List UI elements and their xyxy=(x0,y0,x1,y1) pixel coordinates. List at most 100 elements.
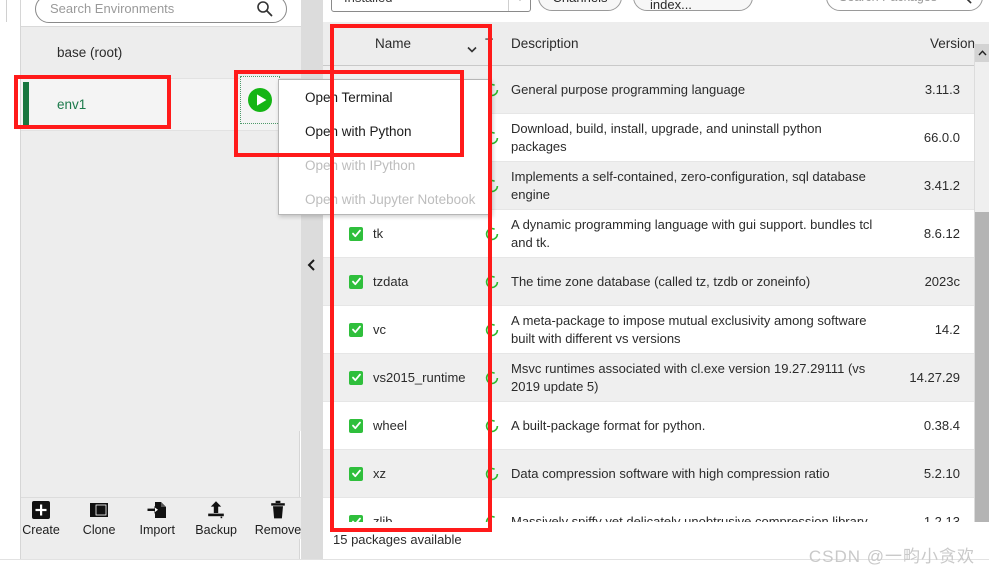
package-checkbox[interactable] xyxy=(349,370,363,385)
backup-environment-button[interactable]: Backup xyxy=(195,500,237,537)
channels-label: Channels xyxy=(553,0,608,5)
package-name-cell[interactable]: zlib xyxy=(323,514,485,522)
package-type-icon xyxy=(485,227,511,241)
package-description: Massively spiffy yet delicately unobtrus… xyxy=(511,513,868,522)
package-name: tzdata xyxy=(373,274,409,289)
chevron-down-icon[interactable] xyxy=(508,0,530,11)
menu-item-open-terminal[interactable]: Open Terminal xyxy=(279,80,491,114)
packages-toolbar: Installed Channels Update index... Searc… xyxy=(323,0,989,22)
table-row[interactable]: vc A meta-package to impose mutual exclu… xyxy=(323,306,974,354)
environment-name: env1 xyxy=(57,97,87,112)
backup-label: Backup xyxy=(195,523,237,537)
package-name: tk xyxy=(373,226,384,241)
clone-environment-button[interactable]: Clone xyxy=(79,500,119,537)
search-icon xyxy=(956,0,972,7)
column-header-name[interactable]: Name xyxy=(323,36,485,53)
chevron-down-icon[interactable] xyxy=(467,41,477,56)
search-environments-placeholder: Search Environments xyxy=(50,1,175,16)
table-row[interactable]: xz Data compression software with high c… xyxy=(323,450,974,498)
package-name: zlib xyxy=(373,514,393,522)
environment-context-menu[interactable]: Open Terminal Open with Python Open with… xyxy=(278,79,492,215)
watermark: CSDN @一畇小贪欢 xyxy=(808,547,975,566)
chevron-left-icon[interactable] xyxy=(306,258,318,272)
package-version: 14.2 xyxy=(934,322,960,337)
play-button-icon[interactable] xyxy=(240,76,280,124)
search-packages-input[interactable]: Search Packages xyxy=(826,0,983,11)
menu-item-label: Open with Jupyter Notebook xyxy=(305,191,476,207)
column-header-type[interactable]: T xyxy=(485,36,511,51)
search-icon xyxy=(256,0,273,20)
package-version: 3.41.2 xyxy=(923,178,960,193)
trash-icon xyxy=(268,500,288,520)
packages-vertical-scrollbar[interactable] xyxy=(974,44,989,544)
package-name: xz xyxy=(373,466,386,481)
menu-item-label: Open Terminal xyxy=(305,89,393,105)
anaconda-navigator-window: Search Environments base (root) env1 Cre… xyxy=(0,0,989,579)
table-row[interactable]: tk A dynamic programming language with g… xyxy=(323,210,974,258)
environment-row-base[interactable]: base (root) xyxy=(21,27,301,79)
update-index-button[interactable]: Update index... xyxy=(633,0,753,12)
package-version: 8.6.12 xyxy=(923,226,960,241)
plus-square-icon xyxy=(31,500,51,520)
package-name-cell[interactable]: vs2015_runtime xyxy=(323,370,485,385)
remove-environment-button[interactable]: Remove xyxy=(255,500,301,537)
table-row[interactable]: tzdata The time zone database (called tz… xyxy=(323,258,974,306)
table-row[interactable]: zlib Massively spiffy yet delicately uno… xyxy=(323,498,974,522)
column-header-description[interactable]: Description xyxy=(511,36,903,51)
scrollbar-thumb[interactable] xyxy=(975,212,989,532)
selected-environment-indicator xyxy=(23,82,29,128)
package-name: wheel xyxy=(373,418,407,433)
package-description: Implements a self-contained, zero-config… xyxy=(511,168,866,202)
package-type-icon xyxy=(485,371,511,385)
package-checkbox[interactable] xyxy=(349,322,363,337)
import-environment-button[interactable]: Import xyxy=(137,500,177,537)
remove-label: Remove xyxy=(254,523,302,537)
window-left-edge xyxy=(0,0,20,559)
package-version: 66.0.0 xyxy=(923,130,960,145)
package-version: 1.2.13 xyxy=(923,514,960,522)
package-name-cell[interactable]: wheel xyxy=(323,418,485,433)
package-version: 3.11.3 xyxy=(924,82,960,97)
package-filter-select[interactable]: Installed xyxy=(331,0,531,12)
table-row[interactable]: vs2015_runtime Msvc runtimes associated … xyxy=(323,354,974,402)
menu-item-open-with-ipython: Open with IPython xyxy=(279,148,491,182)
package-version: 0.38.4 xyxy=(923,418,960,433)
menu-item-label: Open with IPython xyxy=(305,157,416,173)
package-name: vc xyxy=(373,322,386,337)
package-description: Download, build, install, upgrade, and u… xyxy=(511,120,822,154)
package-name-cell[interactable]: tk xyxy=(323,226,485,241)
create-environment-button[interactable]: Create xyxy=(21,500,61,537)
package-description: Msvc runtimes associated with cl.exe ver… xyxy=(511,360,866,394)
channels-button[interactable]: Channels xyxy=(538,0,622,11)
package-filter-value: Installed xyxy=(344,0,392,5)
search-packages-placeholder: Search Packages xyxy=(839,0,937,4)
menu-item-label: Open with Python xyxy=(305,123,412,139)
environment-name: base (root) xyxy=(57,45,123,60)
package-version: 2023c xyxy=(924,274,960,289)
package-description: A dynamic programming language with gui … xyxy=(511,216,873,250)
package-name-cell[interactable]: vc xyxy=(323,322,485,337)
package-checkbox[interactable] xyxy=(349,466,363,481)
package-type-icon xyxy=(485,419,511,433)
create-label: Create xyxy=(22,523,60,537)
import-file-icon xyxy=(147,500,167,520)
package-type-icon xyxy=(485,467,511,481)
package-checkbox[interactable] xyxy=(349,418,363,433)
menu-item-open-with-python[interactable]: Open with Python xyxy=(279,114,491,148)
table-row[interactable]: wheel A built-package format for python.… xyxy=(323,402,974,450)
chevron-up-icon[interactable] xyxy=(975,44,989,62)
package-name-cell[interactable]: xz xyxy=(323,466,485,481)
package-checkbox[interactable] xyxy=(349,514,363,522)
search-environments-input[interactable]: Search Environments xyxy=(35,0,287,23)
package-name: vs2015_runtime xyxy=(373,370,466,385)
package-version: 5.2.10 xyxy=(923,466,960,481)
column-header-name-label: Name xyxy=(375,36,412,51)
package-checkbox[interactable] xyxy=(349,274,363,289)
package-name-cell[interactable]: tzdata xyxy=(323,274,485,289)
package-type-icon xyxy=(485,515,511,522)
update-index-label: Update index... xyxy=(650,0,692,12)
package-type-icon xyxy=(485,275,511,289)
package-checkbox[interactable] xyxy=(349,226,363,241)
package-description: The time zone database (called tz, tzdb … xyxy=(511,273,811,289)
package-description: General purpose programming language xyxy=(511,81,746,97)
